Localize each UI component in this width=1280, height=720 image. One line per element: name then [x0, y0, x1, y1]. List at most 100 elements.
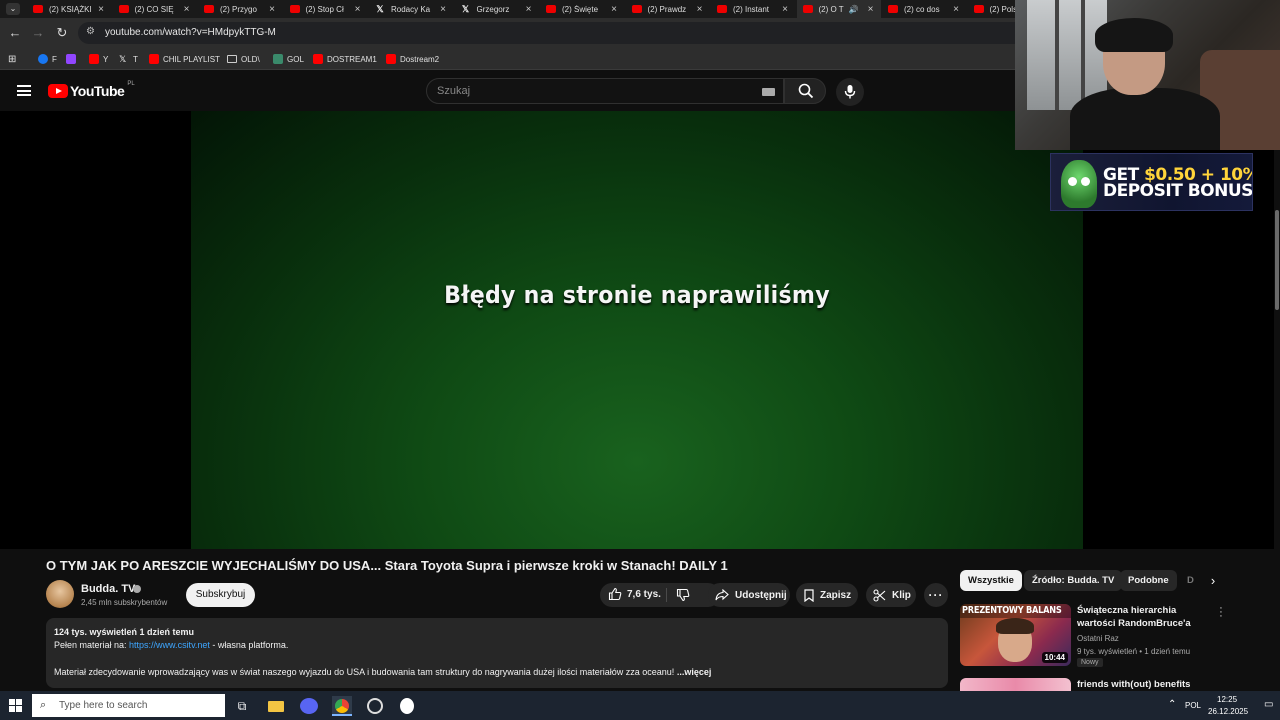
clock-date[interactable]: 26.12.2025	[1208, 707, 1248, 716]
youtube-logo[interactable]: YouTube PL	[48, 81, 135, 99]
file-explorer-icon[interactable]	[266, 696, 286, 716]
language-indicator[interactable]: POL	[1185, 701, 1201, 710]
subscribe-button[interactable]: Subskrybuj	[186, 583, 255, 607]
channel-name[interactable]: Budda. TV	[81, 583, 135, 595]
bookmark-item[interactable]: F	[38, 52, 57, 66]
tab-close-icon[interactable]: ×	[352, 4, 364, 15]
browser-tab[interactable]: (2) Instant ×	[711, 0, 795, 18]
tab-close-icon[interactable]: ×	[865, 4, 877, 15]
filter-chip[interactable]: D	[1179, 570, 1201, 591]
bookmark-item[interactable]: GOL	[273, 52, 304, 66]
tab-close-icon[interactable]: ×	[181, 4, 193, 15]
video-thumbnail[interactable]: PREZENTOWY BALANS 10:44	[960, 604, 1071, 666]
share-button[interactable]: Udostępnij	[708, 583, 790, 607]
like-button[interactable]: 7,6 tys.	[608, 587, 661, 601]
chrome-icon[interactable]	[332, 696, 352, 716]
bookmark-item[interactable]: OLD\	[227, 52, 260, 66]
keyboard-icon[interactable]	[762, 88, 775, 96]
bookmark-item[interactable]	[66, 52, 80, 66]
browser-tab[interactable]: (2) co dos ×	[882, 0, 966, 18]
reload-button[interactable]: ↻	[53, 24, 71, 42]
search-button[interactable]	[784, 78, 826, 104]
recommended-meta: 9 tys. wyświetleń • 1 dzień temu	[1077, 647, 1191, 656]
more-vertical-icon[interactable]: ···	[1218, 603, 1224, 622]
apps-grid-icon[interactable]: ⊞	[8, 52, 16, 66]
notification-icon[interactable]: ▭	[1264, 699, 1273, 710]
site-info-icon[interactable]: ⚙	[86, 26, 95, 37]
browser-tab[interactable]: (2) CO SIĘ ×	[113, 0, 197, 18]
tray-expand-icon[interactable]: ⌃	[1168, 699, 1176, 710]
tab-close-icon[interactable]: ×	[523, 4, 535, 15]
browser-tab[interactable]: (2) Przygo ×	[198, 0, 282, 18]
bookmark-item[interactable]: Y	[89, 52, 108, 66]
video-player[interactable]: Błędy na stronie naprawiliśmy	[191, 111, 1083, 549]
bookmark-item[interactable]: Dostream2	[386, 52, 439, 66]
tab-close-icon[interactable]: ×	[779, 4, 791, 15]
casino-ad-banner[interactable]: GET $0.50 + 10% DEPOSIT BONUS	[1050, 153, 1253, 211]
dislike-button[interactable]	[676, 588, 690, 605]
window-frame	[1055, 0, 1059, 110]
discord-icon[interactable]	[299, 696, 319, 716]
back-button[interactable]: ←	[6, 24, 24, 42]
filter-chip[interactable]: Wszystkie	[960, 570, 1022, 591]
show-more-link[interactable]: ...więcej	[677, 667, 712, 677]
more-actions-button[interactable]: ···	[924, 583, 948, 607]
browser-tab[interactable]: (2) Prawdz ×	[626, 0, 710, 18]
forward-button[interactable]: →	[29, 24, 47, 42]
microphone-icon	[844, 85, 856, 99]
voice-search-button[interactable]	[836, 78, 864, 106]
description-box[interactable]: 124 tys. wyświetleń 1 dzień temu Pełen m…	[46, 618, 948, 688]
bookmark-item[interactable]: DOSTREAM1	[313, 52, 377, 66]
recommended-video-title[interactable]: Świąteczna hierarchia wartości RandomBru…	[1077, 604, 1211, 630]
task-view-icon[interactable]: ⧉	[232, 696, 252, 716]
search-input[interactable]: Szukaj	[426, 78, 784, 104]
save-button[interactable]: Zapisz	[796, 583, 858, 607]
taskbar-search-input[interactable]: ⌕ Type here to search	[32, 694, 225, 717]
browser-tab[interactable]: 𝕏 Grzegorz ×	[455, 0, 539, 18]
tab-close-icon[interactable]: ×	[437, 4, 449, 15]
youtube-icon	[33, 5, 43, 13]
chips-next-arrow[interactable]: ›	[1205, 573, 1221, 589]
tab-search-dropdown[interactable]: ⌄	[6, 3, 20, 15]
scissors-icon	[873, 588, 886, 602]
bookmark-item[interactable]: CHIL PLAYLIST	[149, 52, 220, 66]
tab-close-icon[interactable]: ×	[694, 4, 706, 15]
windows-taskbar: ⌕ Type here to search ⧉ ⌃ POL 12:25 26.1…	[0, 691, 1280, 720]
tab-close-icon[interactable]: ×	[950, 4, 962, 15]
browser-tab[interactable]: (2) KSIĄŻKI ×	[27, 0, 111, 18]
bookmark-icon	[804, 588, 814, 602]
bookmark-label: T	[133, 54, 138, 64]
page-scrollbar[interactable]	[1274, 150, 1280, 690]
tab-close-icon[interactable]: ×	[266, 4, 278, 15]
twitch-icon	[66, 54, 76, 64]
youtube-icon	[546, 5, 556, 13]
video-duration: 10:44	[1041, 652, 1068, 663]
obs-icon[interactable]	[365, 696, 385, 716]
description-link[interactable]: https://www.csitv.net	[129, 640, 210, 650]
clip-button[interactable]: Klip	[866, 583, 916, 607]
tab-close-icon[interactable]: ×	[608, 4, 620, 15]
browser-tab[interactable]: (2) Stop Cł ×	[284, 0, 368, 18]
filter-chip[interactable]: Źródło: Budda. TV	[1024, 570, 1123, 591]
speaker-icon[interactable]: 🔊	[849, 5, 859, 14]
tab-title: (2) Instant	[733, 4, 770, 14]
recommended-video[interactable]: friends with(out) benefits ···	[960, 678, 1220, 691]
windows-start-icon[interactable]	[9, 699, 22, 712]
recommended-video-title[interactable]: friends with(out) benefits	[1077, 678, 1211, 691]
channel-avatar[interactable]	[46, 580, 74, 608]
youtube-icon	[386, 54, 396, 64]
filter-chip[interactable]: Podobne	[1120, 570, 1177, 591]
tab-close-icon[interactable]: ×	[95, 4, 107, 15]
bookmark-label: F	[52, 54, 57, 64]
more-vertical-icon[interactable]: ···	[1218, 678, 1220, 691]
clock-time[interactable]: 12:25	[1217, 695, 1237, 704]
recommended-channel[interactable]: Ostatni Raz	[1077, 634, 1119, 643]
browser-tab[interactable]: (2) Święte ×	[540, 0, 624, 18]
menu-icon[interactable]	[17, 85, 31, 96]
browser-tab[interactable]: 𝕏 Rodacy Ka ×	[369, 0, 453, 18]
browser-tab[interactable]: (2) O T 🔊 ×	[796, 0, 881, 18]
recommended-video[interactable]: PREZENTOWY BALANS 10:44 Świąteczna hiera…	[960, 603, 1223, 674]
bookmark-item[interactable]: 𝕏T	[119, 52, 138, 66]
video-thumbnail[interactable]	[960, 678, 1071, 691]
app-icon[interactable]	[397, 696, 417, 716]
